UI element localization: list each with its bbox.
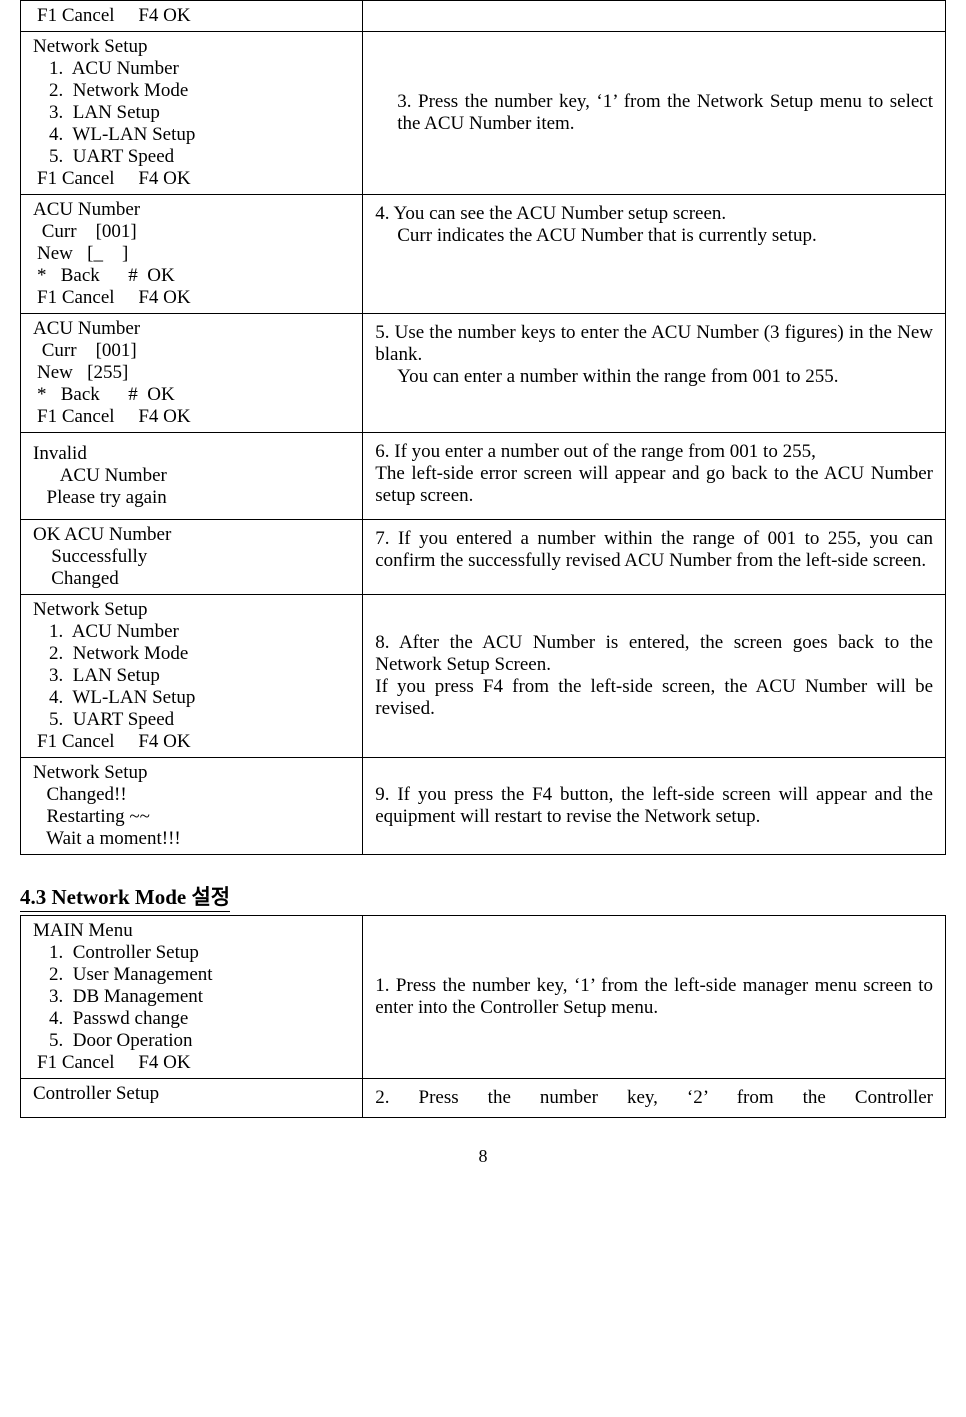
instruction-text: You can enter a number within the range … <box>375 366 933 388</box>
instruction-cell: 8. After the ACU Number is entered, the … <box>363 595 946 758</box>
screen-line: 5. Door Operation <box>29 1030 354 1052</box>
section-heading-4-3: 4.3 Network Mode 설정 <box>20 881 230 912</box>
table-row: ACU Number Curr [001]New [255]* Back # O… <box>21 314 946 433</box>
instruction-text: 3. Press the number key, ‘1’ from the Ne… <box>375 91 933 135</box>
screen-line: Network Setup <box>29 36 354 58</box>
screen-line: 1. ACU Number <box>29 58 354 80</box>
instruction-cell: 5. Use the number keys to enter the ACU … <box>363 314 946 433</box>
table-row: Network Setup Changed!! Restarting ~~ Wa… <box>21 758 946 855</box>
screen-line: Network Setup <box>29 599 354 621</box>
screen-cell: Network Setup1. ACU Number2. Network Mod… <box>21 32 363 195</box>
instruction-text: 5. Use the number keys to enter the ACU … <box>375 322 933 366</box>
screen-cell: Network Setup1. ACU Number2. Network Mod… <box>21 595 363 758</box>
screen-line: 3. LAN Setup <box>29 102 354 124</box>
screen-line: 4. WL-LAN Setup <box>29 124 354 146</box>
screen-line: Invalid <box>29 443 354 465</box>
screen-line: 2. Network Mode <box>29 643 354 665</box>
screen-line: Please try again <box>29 487 354 509</box>
screen-line: 4. Passwd change <box>29 1008 354 1030</box>
screen-line: New [_ ] <box>29 243 354 265</box>
screen-line: ACU Number <box>29 318 354 340</box>
screen-line: * Back # OK <box>29 265 354 287</box>
screen-line: Curr [001] <box>29 340 354 362</box>
screen-line: 5. UART Speed <box>29 146 354 168</box>
instruction-text: 4. You can see the ACU Number setup scre… <box>375 203 933 225</box>
instruction-cell: 7. If you entered a number within the ra… <box>363 520 946 595</box>
table-row: Invalid ACU Number Please try again 6. I… <box>21 433 946 520</box>
instruction-text: 1. Press the number key, ‘1’ from the le… <box>375 975 933 1019</box>
instruction-cell <box>363 1 946 32</box>
instruction-cell: 1. Press the number key, ‘1’ from the le… <box>363 916 946 1079</box>
screen-cell: OK ACU Number Successfully Changed <box>21 520 363 595</box>
screen-cell: Invalid ACU Number Please try again <box>21 433 363 520</box>
table-2: MAIN Menu1. Controller Setup2. User Mana… <box>20 915 946 1118</box>
page-number: 8 <box>20 1146 946 1167</box>
screen-line: F1 Cancel F4 OK <box>29 168 354 190</box>
screen-line: Controller Setup <box>29 1083 354 1105</box>
table-row: MAIN Menu1. Controller Setup2. User Mana… <box>21 916 946 1079</box>
instruction-text: If you press F4 from the left-side scree… <box>375 676 933 720</box>
screen-line: F1 Cancel F4 OK <box>29 287 354 309</box>
instruction-text: 8. After the ACU Number is entered, the … <box>375 632 933 676</box>
screen-line: Network Setup <box>29 762 354 784</box>
table-row: Network Setup1. ACU Number2. Network Mod… <box>21 32 946 195</box>
screen-line: Curr [001] <box>29 221 354 243</box>
table-row: ACU Number Curr [001]New [_ ]* Back # OK… <box>21 195 946 314</box>
screen-line: 5. UART Speed <box>29 709 354 731</box>
table-row: F1 Cancel F4 OK <box>21 1 946 32</box>
screen-line: ACU Number <box>29 465 354 487</box>
screen-line: OK ACU Number <box>29 524 354 546</box>
instruction-cell: 6. If you enter a number out of the rang… <box>363 433 946 520</box>
screen-line: Changed <box>29 568 354 590</box>
screen-cell: ACU Number Curr [001]New [255]* Back # O… <box>21 314 363 433</box>
instruction-cell: 2. Press the number key, ‘2’ from the Co… <box>363 1079 946 1118</box>
screen-line <box>29 509 354 515</box>
instruction-cell: 3. Press the number key, ‘1’ from the Ne… <box>363 32 946 195</box>
instruction-cell: 9. If you press the F4 button, the left-… <box>363 758 946 855</box>
screen-line: 4. WL-LAN Setup <box>29 687 354 709</box>
screen-line: MAIN Menu <box>29 920 354 942</box>
screen-line: 3. DB Management <box>29 986 354 1008</box>
screen-line: F1 Cancel F4 OK <box>29 5 354 27</box>
instruction-text: 6. If you enter a number out of the rang… <box>375 441 933 463</box>
screen-line: F1 Cancel F4 OK <box>29 406 354 428</box>
table-row: Network Setup1. ACU Number2. Network Mod… <box>21 595 946 758</box>
screen-line: New [255] <box>29 362 354 384</box>
screen-line: ACU Number <box>29 199 354 221</box>
screen-line: Successfully <box>29 546 354 568</box>
screen-cell: Network Setup Changed!! Restarting ~~ Wa… <box>21 758 363 855</box>
screen-line: 3. LAN Setup <box>29 665 354 687</box>
instruction-cell: 4. You can see the ACU Number setup scre… <box>363 195 946 314</box>
table-1: F1 Cancel F4 OKNetwork Setup1. ACU Numbe… <box>20 0 946 855</box>
instruction-text: 7. If you entered a number within the ra… <box>375 528 933 572</box>
instruction-text: Curr indicates the ACU Number that is cu… <box>375 225 933 247</box>
screen-cell: MAIN Menu1. Controller Setup2. User Mana… <box>21 916 363 1079</box>
screen-line: Changed!! <box>29 784 354 806</box>
instruction-text: 9. If you press the F4 button, the left-… <box>375 784 933 828</box>
table-row: Controller Setup 2. Press the number key,… <box>21 1079 946 1118</box>
screen-line: 2. Network Mode <box>29 80 354 102</box>
screen-line: Restarting ~~ <box>29 806 354 828</box>
screen-line: 2. User Management <box>29 964 354 986</box>
screen-line: F1 Cancel F4 OK <box>29 1052 354 1074</box>
instruction-text: 2. Press the number key, ‘2’ from the Co… <box>375 1087 933 1109</box>
screen-line: * Back # OK <box>29 384 354 406</box>
screen-cell: Controller Setup <box>21 1079 363 1118</box>
screen-line: 1. Controller Setup <box>29 942 354 964</box>
screen-line: F1 Cancel F4 OK <box>29 731 354 753</box>
screen-line: Wait a moment!!! <box>29 828 354 850</box>
instruction-text: The left-side error screen will appear a… <box>375 463 933 507</box>
screen-cell: ACU Number Curr [001]New [_ ]* Back # OK… <box>21 195 363 314</box>
screen-cell: F1 Cancel F4 OK <box>21 1 363 32</box>
screen-line: 1. ACU Number <box>29 621 354 643</box>
table-row: OK ACU Number Successfully Changed 7. If… <box>21 520 946 595</box>
